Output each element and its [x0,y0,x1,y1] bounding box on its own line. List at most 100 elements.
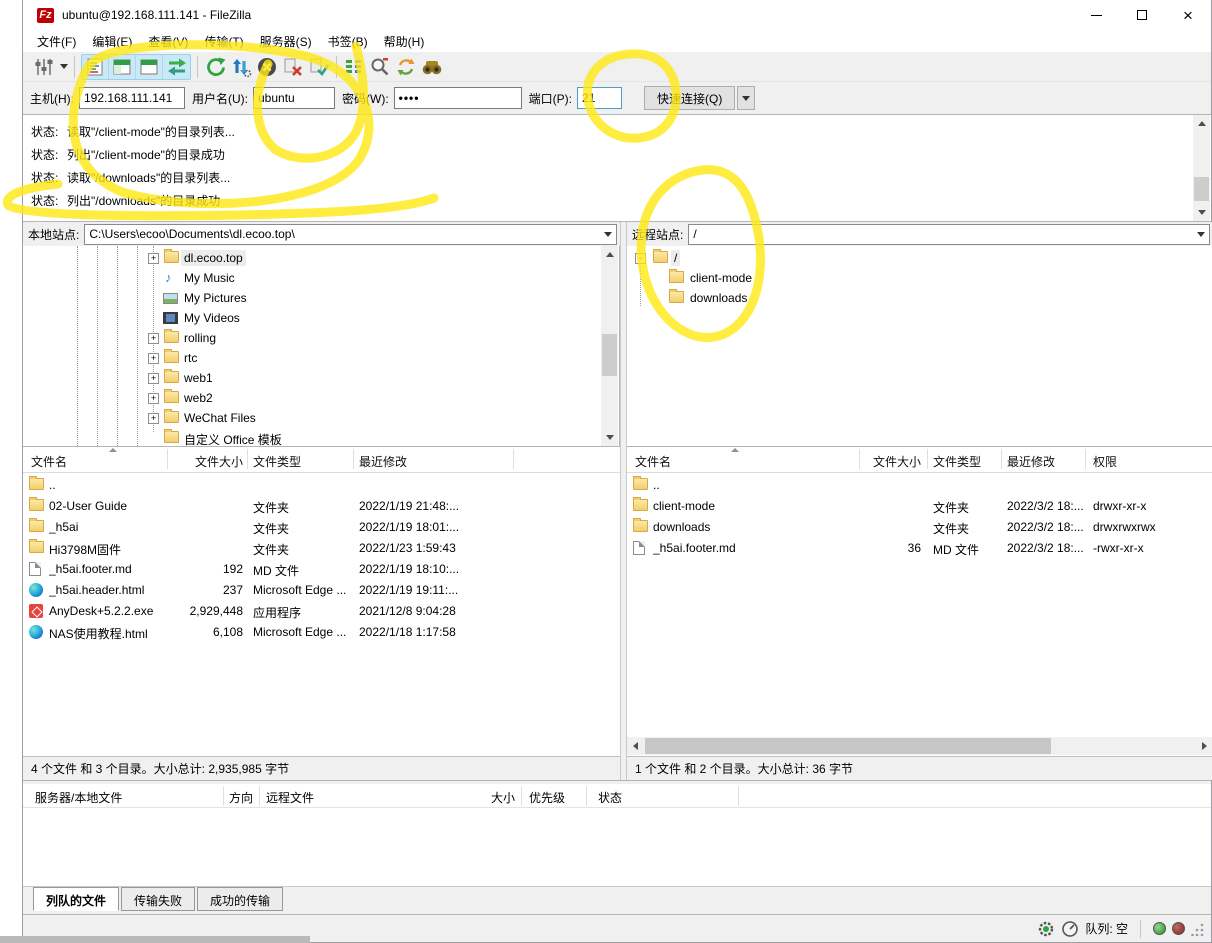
tree-item[interactable]: 自定义 Office 模板 [23,428,619,446]
tree-item-label[interactable]: My Videos [181,310,243,326]
column-header-direction[interactable]: 方向 [229,789,253,806]
tree-item[interactable]: + WeChat Files [23,408,619,428]
column-header-remote-file[interactable]: 远程文件 [266,789,314,806]
transfer-settings-button[interactable] [228,54,254,80]
remote-path-input[interactable] [689,227,1209,241]
menu-bookmarks[interactable]: 书签(B) [320,31,376,52]
file-row[interactable]: .. [627,475,1212,496]
tree-item-label[interactable]: dl.ecoo.top [181,250,246,266]
column-header-priority[interactable]: 优先级 [529,789,565,806]
remote-horizontal-scrollbar[interactable] [627,737,1212,755]
column-header-modified[interactable]: 最近修改 [359,453,407,470]
tree-item-label[interactable]: 自定义 Office 模板 [181,430,285,446]
scroll-up-icon[interactable] [601,246,618,263]
maximize-button[interactable] [1119,0,1165,30]
username-input[interactable] [253,87,335,109]
tree-item-label[interactable]: / [671,250,680,266]
file-row[interactable]: NAS使用教程.html 6,108 Microsoft Edge ... 20… [23,622,620,643]
tree-expander[interactable]: + [148,353,159,364]
tree-item-label[interactable]: My Pictures [181,290,250,306]
site-manager-dropdown-button[interactable] [57,54,70,80]
file-row[interactable]: _h5ai.header.html 237 Microsoft Edge ...… [23,580,620,601]
toggle-remote-tree-button[interactable] [136,55,163,79]
scroll-right-icon[interactable] [1196,737,1212,755]
refresh-button[interactable] [202,54,228,80]
synchronized-browsing-button[interactable] [393,54,419,80]
file-row[interactable]: AnyDesk+5.2.2.exe 2,929,448 应用程序 2021/12… [23,601,620,622]
scroll-up-icon[interactable] [1193,115,1210,132]
quickconnect-dropdown-button[interactable] [737,86,755,110]
local-path-input[interactable] [85,227,616,241]
minimize-button[interactable] [1073,0,1119,30]
scroll-left-icon[interactable] [627,737,644,755]
tree-item[interactable]: My Videos [23,308,619,328]
file-row[interactable]: Hi3798M固件 文件夹 2022/1/23 1:59:43 [23,538,620,559]
tree-expander[interactable]: + [148,413,159,424]
file-row[interactable]: .. [23,475,620,496]
column-header-size[interactable]: 大小 [453,789,515,806]
scrollbar-thumb[interactable] [602,334,617,376]
file-row[interactable]: 02-User Guide 文件夹 2022/1/19 21:48:... [23,496,620,517]
local-path-combobox[interactable] [84,224,617,245]
column-header-server-local[interactable]: 服务器/本地文件 [35,789,122,806]
speed-limits-gauge-icon[interactable] [1061,920,1079,938]
tree-item[interactable]: + web1 [23,368,619,388]
disconnect-button[interactable] [280,54,306,80]
tree-expander[interactable]: + [148,253,159,264]
port-input[interactable] [577,87,622,109]
column-header-perms[interactable]: 权限 [1093,453,1117,470]
file-row[interactable]: _h5ai.footer.md 192 MD 文件 2022/1/19 18:1… [23,559,620,580]
tab-successful-transfers[interactable]: 成功的传输 [197,887,283,911]
column-header-name[interactable]: 文件名 [635,453,671,470]
scroll-down-icon[interactable] [1193,204,1210,221]
column-header-size[interactable]: 文件大小 [173,453,243,470]
scrollbar-thumb[interactable] [1194,177,1209,201]
column-header-modified[interactable]: 最近修改 [1007,453,1055,470]
toggle-local-tree-button[interactable] [109,55,136,79]
tree-item[interactable]: ♪ My Music [23,268,619,288]
log-scrollbar[interactable] [1193,115,1210,221]
menu-edit[interactable]: 编辑(E) [84,31,140,52]
column-header-size[interactable]: 文件大小 [865,453,921,470]
tree-item-label[interactable]: web2 [181,390,216,406]
menu-view[interactable]: 查看(V) [140,31,196,52]
tree-item[interactable]: - / [627,248,1212,268]
tree-item[interactable]: My Pictures [23,288,619,308]
title-bar[interactable]: Fz ubuntu@192.168.111.141 - FileZilla × [23,0,1211,30]
toggle-message-log-button[interactable] [82,55,109,79]
menu-help[interactable]: 帮助(H) [376,31,433,52]
quickconnect-button[interactable]: 快速连接(Q) [644,86,735,110]
tab-queued-files[interactable]: 列队的文件 [33,887,119,911]
remote-path-combobox[interactable] [688,224,1210,245]
menu-server[interactable]: 服务器(S) [252,31,320,52]
site-manager-button[interactable] [31,54,57,80]
tree-item[interactable]: + dl.ecoo.top [23,248,619,268]
directory-comparison-button[interactable] [341,54,367,80]
tab-failed-transfers[interactable]: 传输失败 [121,887,195,911]
tree-item-label[interactable]: rtc [181,350,200,366]
tree-item-label[interactable]: rolling [181,330,219,346]
column-header-status[interactable]: 状态 [598,789,622,806]
toggle-transfer-queue-button[interactable] [163,55,190,79]
tree-item[interactable]: client-mode [627,268,1212,288]
tree-expander[interactable]: + [148,373,159,384]
scrollbar-thumb[interactable] [645,738,1051,754]
tree-expander[interactable]: + [148,393,159,404]
local-tree-scrollbar[interactable] [601,246,618,446]
tree-item-label[interactable]: web1 [181,370,216,386]
close-button[interactable]: × [1165,0,1211,30]
tree-expander[interactable]: + [148,333,159,344]
cancel-button[interactable] [254,54,280,80]
tree-item-label[interactable]: downloads [687,290,750,306]
find-files-button[interactable] [419,54,445,80]
tree-item[interactable]: + rtc [23,348,619,368]
reconnect-button[interactable] [306,54,332,80]
file-row[interactable]: _h5ai.footer.md 36 MD 文件 2022/3/2 18:...… [627,538,1212,559]
column-header-type[interactable]: 文件类型 [253,453,301,470]
filter-button[interactable] [367,54,393,80]
scroll-down-icon[interactable] [601,429,618,446]
password-input[interactable] [394,87,522,109]
tree-item[interactable]: downloads [627,288,1212,308]
column-header-name[interactable]: 文件名 [31,453,67,470]
menu-transfer[interactable]: 传输(T) [196,31,251,52]
